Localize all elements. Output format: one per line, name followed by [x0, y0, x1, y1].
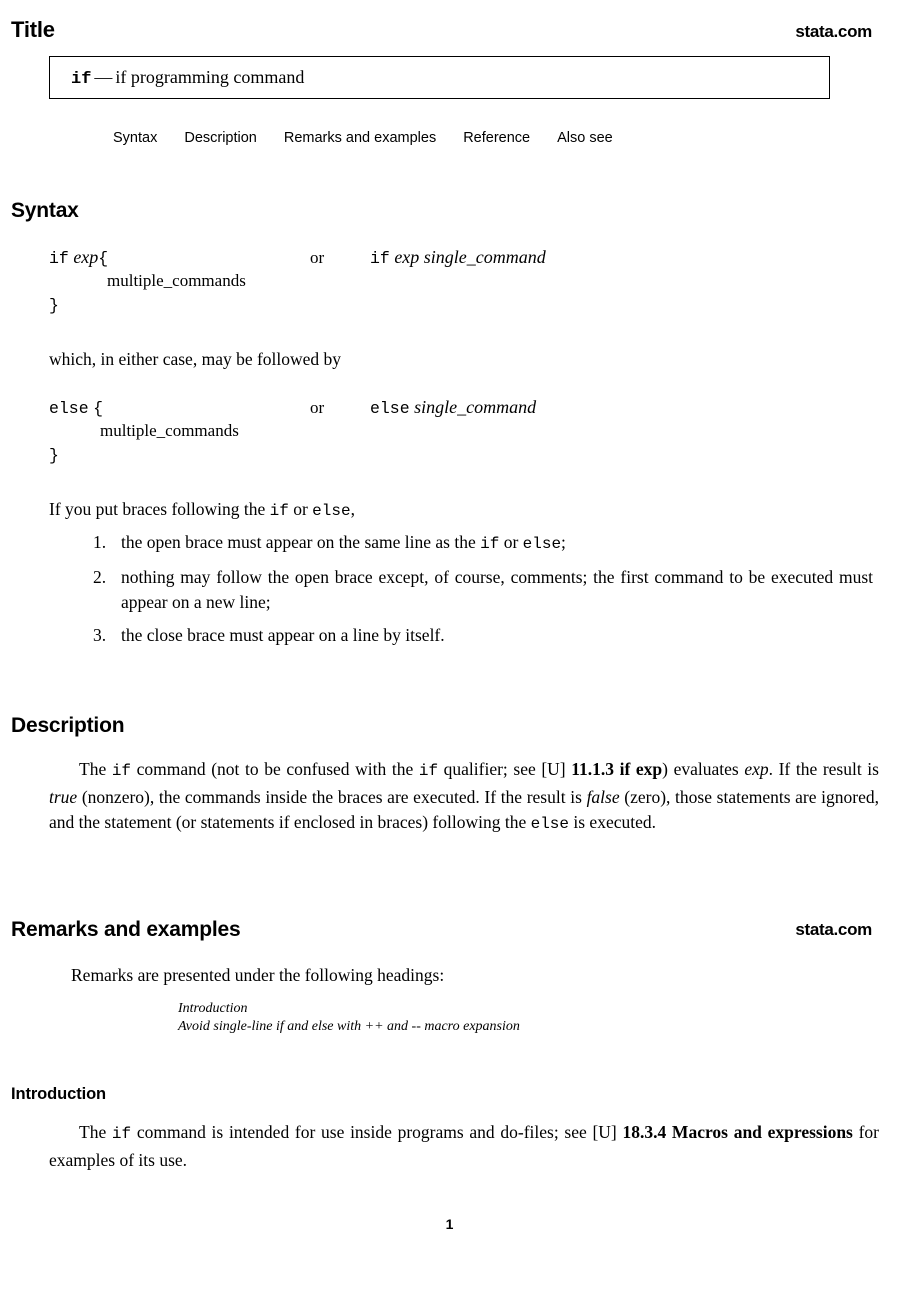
page-title: Title	[11, 17, 55, 42]
header-stata-com-link[interactable]: stata.com	[795, 22, 872, 42]
heading-description: Description	[11, 714, 125, 737]
remarks-subheading-list: Introduction Avoid single-line if and el…	[178, 1000, 520, 1036]
syntax-if-line-1: if exp{	[49, 247, 108, 268]
intro-manual-ref[interactable]: 18.3.4 Macros and expressions	[622, 1122, 852, 1142]
list-item-number: 3.	[93, 624, 107, 645]
syntax-else-line-1: else {	[49, 397, 103, 418]
list-item: 3. the close brace must appear on a line…	[93, 623, 873, 649]
desc-ital-exp: exp	[744, 759, 769, 779]
desc-ital-false: false	[586, 786, 620, 807]
remarks-stata-com-link[interactable]: stata.com	[795, 920, 872, 940]
desc-mono-else: else	[530, 815, 569, 833]
syntax-exp-2: exp	[394, 247, 420, 267]
syntax-exp-1: exp	[73, 247, 99, 267]
command-name: if	[71, 70, 92, 89]
remarks-intro-line: Remarks are presented under the followin…	[71, 965, 445, 985]
braces-intro-if-keyword: if	[269, 502, 289, 520]
braces-intro-line: If you put braces following the if or ,e…	[49, 499, 355, 520]
syntax-or-separator-else: or	[310, 398, 325, 417]
list-item-number: 2.	[93, 566, 107, 587]
syntax-single-command-if: single_command	[423, 247, 546, 267]
syntax-open-brace-else: {	[93, 399, 104, 418]
list-item-number: 1.	[93, 532, 107, 552]
syntax-close-brace-else: }	[49, 446, 59, 465]
rule-1-if-keyword: if	[480, 535, 500, 553]
desc-manual-ref-1[interactable]: 11.1.3 if exp	[571, 759, 662, 779]
page-header: Title stata.com	[11, 17, 872, 43]
list-item: 2. nothing may follow the open brace exc…	[93, 566, 873, 613]
heading-remarks-and-examples: Remarks and examples	[11, 918, 241, 941]
toc-item-introduction[interactable]: Introduction	[178, 1000, 520, 1018]
desc-ital-true: true	[49, 786, 78, 807]
desc-mono-if-2: if	[418, 762, 439, 780]
nav-link-remarks-and-examples[interactable]: Remarks and examples	[284, 130, 436, 146]
braces-rules-list: 1. the open brace must appear on the sam…	[93, 530, 873, 655]
heading-introduction: Introduction	[11, 1085, 107, 1103]
em-dash: —	[94, 67, 113, 87]
description-paragraph: The if command (not to be confused with …	[49, 759, 879, 833]
syntax-keyword-if: if	[49, 249, 69, 268]
nav-link-also-see[interactable]: Also see	[557, 130, 613, 146]
syntax-close-brace-if: }	[49, 296, 59, 315]
list-item: 1. the open brace must appear on the sam…	[93, 530, 873, 558]
syntax-which-line: which, in either case, may be followed b…	[49, 349, 342, 369]
rule-1-else-keyword: else	[522, 535, 562, 553]
document-page: Title stata.com if — if programming comman…	[0, 0, 899, 1315]
syntax-keyword-else: else	[49, 399, 89, 418]
page-number: 1	[445, 1216, 454, 1232]
nav-link-syntax[interactable]: Syntax	[113, 130, 157, 146]
nav-link-reference[interactable]: Reference	[463, 130, 530, 146]
braces-intro-else-kw: else	[312, 502, 351, 520]
syntax-if-alternative: if exp single_command	[370, 247, 546, 268]
command-title-box: if — if programming command	[49, 56, 830, 99]
introduction-paragraph: The if command is intended for use insid…	[49, 1122, 879, 1170]
syntax-single-command-else: single_command	[414, 397, 537, 417]
syntax-else-alternative: else single_command	[370, 397, 536, 418]
syntax-keyword-else-alt: else	[370, 399, 410, 418]
heading-syntax: Syntax	[11, 199, 79, 222]
toc-item-avoid-single-line[interactable]: Avoid single-line if and else with ++ an…	[178, 1018, 520, 1036]
nav-link-description[interactable]: Description	[184, 130, 257, 146]
syntax-keyword-if-alt: if	[370, 249, 390, 268]
syntax-or-separator-if: or	[310, 248, 325, 267]
section-nav-links: Syntax Description Remarks and examples Ref…	[113, 130, 813, 146]
syntax-multiple-commands-if: multiple_commands	[107, 271, 246, 290]
command-description: if programming command	[115, 67, 305, 87]
syntax-open-brace-if: {	[98, 249, 109, 268]
desc-mono-if-1: if	[111, 762, 132, 780]
intro-mono-if: if	[111, 1125, 132, 1143]
syntax-multiple-commands-else: multiple_commands	[100, 421, 239, 440]
command-title-text: if — if programming command	[71, 67, 304, 89]
